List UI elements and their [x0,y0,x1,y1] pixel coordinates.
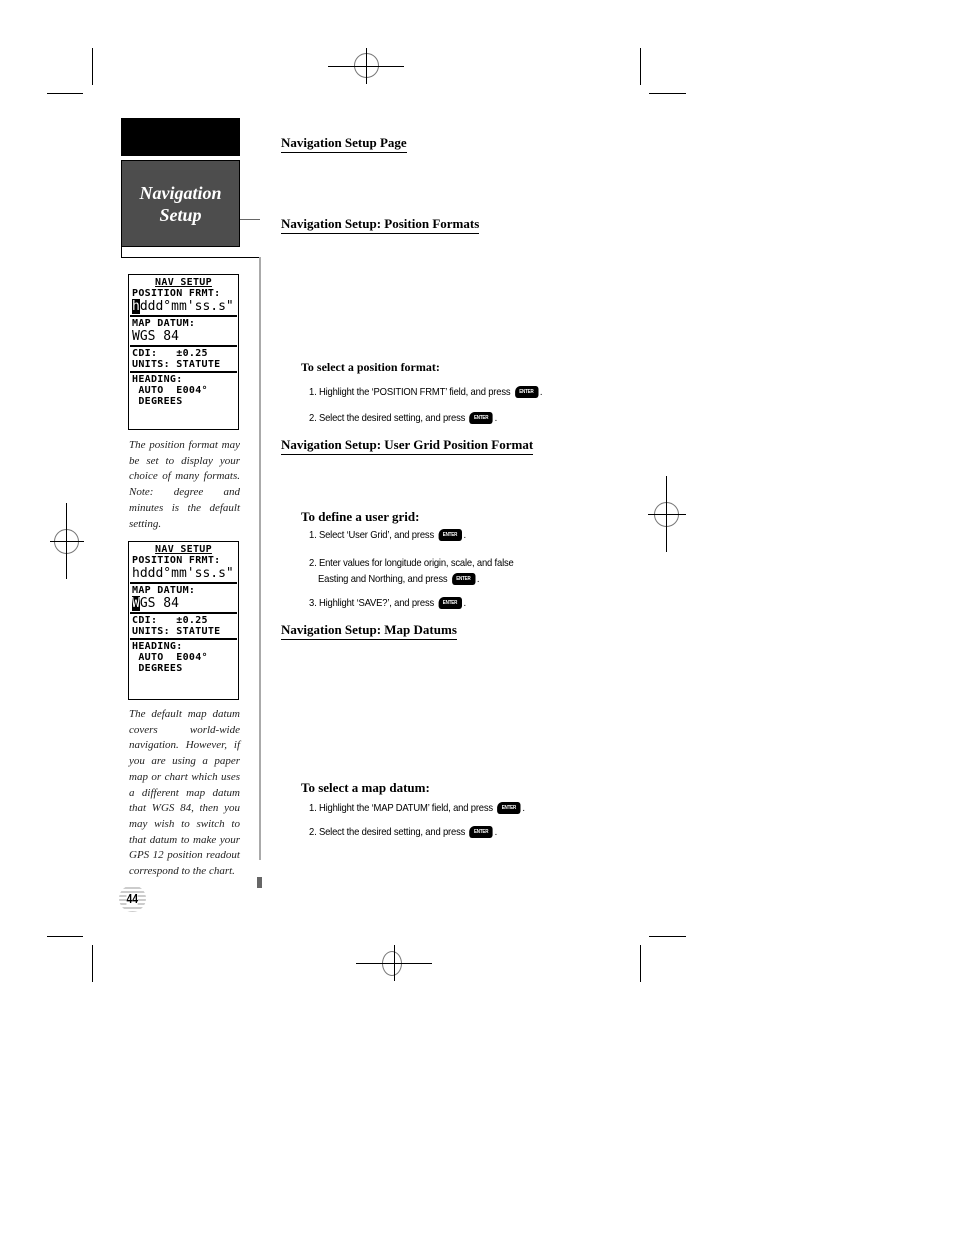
map-datum-label: MAP DATUM: [132,585,196,596]
crop-mark [640,945,641,982]
margin-marker [257,877,262,888]
procedure-step: 3. Highlight ‘SAVE?’, and press ENTER. [309,597,466,610]
registration-mark-right [648,476,686,552]
units-value: UNITS: STATUTE [132,359,221,370]
heading-label: HEADING: [132,374,183,385]
crop-mark [649,93,686,94]
position-format-label: POSITION FRMT: [132,555,221,566]
procedure-title: To select a map datum: [301,780,430,795]
enter-key-icon: ENTER [438,529,462,542]
divider [240,219,260,220]
divider [130,582,237,584]
section-title: Navigation Setup [139,182,222,225]
heading-value: AUTO E004° [132,385,208,396]
units-value: UNITS: STATUTE [132,626,221,637]
gps-screen-map-datum: NAV SETUP POSITION FRMT: hddd°mm'ss.s" M… [128,541,239,700]
divider [130,638,237,640]
registration-mark-bottom [356,945,432,981]
enter-key-icon: ENTER [451,573,476,586]
registration-mark-left [50,503,84,579]
position-format-value: hddd°mm'ss.s" [132,566,234,581]
map-datum-value: WGS 84 [132,596,179,611]
crop-mark [47,93,83,94]
margin-rule [259,257,261,860]
screen-title: NAV SETUP [155,277,212,288]
figure-caption: The default map datum covers world-wide … [129,708,240,878]
heading-user-grid: Navigation Setup: User Grid Position For… [281,437,534,455]
heading-value: AUTO E004° [132,652,208,663]
divider [130,371,237,373]
section-tab: Navigation Setup [121,160,240,247]
enter-key-icon: ENTER [514,386,539,399]
cdi-value: CDI: ±0.25 [132,615,208,626]
procedure-step: 1. Highlight the ‘MAP DATUM’ field, and … [309,802,525,815]
divider [121,257,260,258]
divider [130,612,237,614]
procedure-step: 1. Select ‘User Grid’, and press ENTER. [309,529,466,542]
screen-title: NAV SETUP [155,544,212,555]
gps-screen-position-format: NAV SETUP POSITION FRMT: hddd°mm'ss.s" M… [128,274,239,430]
crop-mark [92,945,93,982]
figure-caption: The position format may be set to displa… [129,439,240,530]
position-format-label: POSITION FRMT: [132,288,221,299]
enter-key-icon: ENTER [438,597,462,610]
procedure-title: To select a position format: [301,360,440,374]
procedure-step: 1. Highlight the ‘POSITION FRMT’ field, … [309,386,543,399]
procedure-step: 2. Enter values for longitude origin, sc… [309,557,514,586]
enter-key-icon: ENTER [469,826,493,839]
heading-label: HEADING: [132,641,183,652]
crop-mark [649,936,686,937]
enter-key-icon: ENTER [497,802,521,815]
field-cursor: W [132,596,140,611]
heading-unit: DEGREES [132,663,183,674]
position-format-value: hddd°mm'ss.s" [132,299,234,314]
crop-mark [92,48,93,85]
map-datum-label: MAP DATUM: [132,318,196,329]
heading-map-datums: Navigation Setup: Map Datums [281,622,457,640]
field-cursor: h [132,299,140,314]
crop-mark [640,48,641,85]
cdi-value: CDI: ±0.25 [132,348,208,359]
section-tab-header [121,118,240,156]
divider [130,315,237,317]
registration-mark-top [328,48,404,84]
procedure-step: 2. Select the desired setting, and press… [309,826,498,839]
page-number-badge: 44 [119,885,146,912]
map-datum-value: WGS 84 [132,329,179,344]
page-number: 44 [126,890,139,906]
heading-unit: DEGREES [132,396,183,407]
procedure-title: To define a user grid: [301,509,420,524]
divider [121,247,122,257]
crop-mark [47,936,83,937]
heading-setup-page: Navigation Setup Page [281,135,407,153]
enter-key-icon: ENTER [469,412,493,425]
heading-position-formats: Navigation Setup: Position Formats [281,216,480,234]
procedure-step: 2. Select the desired setting, and press… [309,412,498,425]
divider [130,345,237,347]
